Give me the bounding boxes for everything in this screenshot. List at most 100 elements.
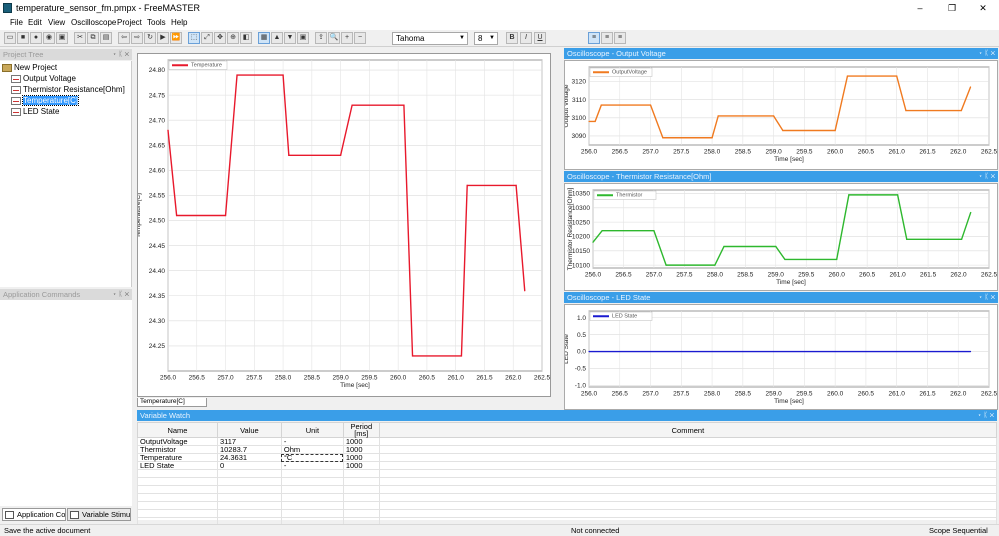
temperature-scope[interactable]: 24.80 24.75 24.70 24.65 24.60 24.55 24.50 24.45… (135, 53, 551, 397)
back-icon[interactable]: ⇦ (118, 32, 130, 44)
zoom-in-icon[interactable]: + (341, 32, 353, 44)
temperature-chart[interactable]: 24.80 24.75 24.70 24.65 24.60 24.55 24.50 24.45… (135, 54, 551, 396)
tree-root[interactable]: New Project (2, 63, 57, 72)
minimize-button[interactable]: – (905, 2, 935, 14)
toolbar: ▭ ■ ● ◉ ▣ ✂ ⧉ ▤ ⇦ ⇨ ↻ ▶ ⏩ ⬚ ⤢ ✥ ⊕ ◧ ▦ ▲ ▼ ▣ ⇪ 🔍 + − ≡ ≡ ≡ Tahoma ▼ 8 ▼… (0, 30, 999, 47)
table-row[interactable]: LED State 0-1000 (137, 461, 998, 470)
pan-icon[interactable]: ✥ (214, 32, 226, 44)
y-axis-label: Output Voltage (565, 84, 570, 127)
col-unit[interactable]: Unit (280, 422, 344, 438)
grid-icon[interactable]: ▦ (258, 32, 270, 44)
table-cell (137, 477, 218, 486)
tree-item-thermistor[interactable]: Thermistor Resistance[Ohm] (11, 85, 125, 94)
y-tick-label: 24.80 (149, 67, 166, 74)
menu-edit[interactable]: Edit (28, 18, 42, 27)
panel-buttons[interactable]: ▾ ᛕ ✕ (979, 48, 996, 59)
table-cell (378, 493, 998, 502)
tab-application-commands[interactable]: Application Co... (2, 508, 66, 521)
led-scope[interactable]: 1.0 0.5 0.0 -0.5 -1.0 256.0 256.5 257.0 257.5 258… (563, 304, 998, 410)
x-tick-label: 257.0 (642, 149, 659, 156)
table-row[interactable]: OutputVoltage 3117-1000 (137, 437, 998, 446)
col-name[interactable]: Name (137, 422, 218, 438)
forward-icon[interactable]: ⇨ (131, 32, 143, 44)
connection-status: Not connected (571, 526, 620, 535)
col-value[interactable]: Value (216, 422, 282, 438)
save-icon[interactable]: ■ (17, 32, 29, 44)
copy-icon[interactable]: ⧉ (87, 32, 99, 44)
font-combo[interactable]: Tahoma ▼ (392, 32, 468, 45)
output-voltage-scope[interactable]: 3120 3110 3100 3090 256.0 256.5 257.0 257.5 258.… (563, 60, 998, 170)
x-axis-label: Time [sec] (776, 279, 806, 286)
table-row[interactable]: Temperature 24.3631 °C 1000 (137, 453, 998, 462)
thermistor-chart[interactable]: 10350 10300 10250 10200 10150 10100 256.0 256.5… (565, 184, 998, 290)
osc-therm-header: Oscilloscope - Thermistor Resistance[Ohm… (564, 171, 998, 182)
menu-project[interactable]: Project (117, 18, 142, 27)
tree-item-output-voltage[interactable]: Output Voltage (11, 74, 76, 83)
table-cell (342, 477, 380, 486)
bold-button[interactable]: B (506, 32, 518, 44)
y-tick-label: 24.70 (149, 117, 166, 124)
tree-item-led-state[interactable]: LED State (11, 107, 59, 116)
go-icon[interactable]: ● (30, 32, 42, 44)
stop-icon[interactable]: ◉ (43, 32, 55, 44)
open-icon[interactable]: ▭ (4, 32, 16, 44)
align-right-icon[interactable]: ≡ (614, 32, 626, 44)
table-cell (137, 469, 218, 478)
legend-label: OutputVoltage (612, 70, 647, 76)
tab-temperature[interactable]: Temperature[C] (137, 398, 207, 407)
x-tick-label: 256.5 (612, 149, 629, 156)
magnify-icon[interactable]: 🔍 (328, 32, 340, 44)
col-period[interactable]: Period [ms] (342, 422, 380, 438)
y-tick-label: 24.55 (149, 193, 166, 200)
panel-buttons[interactable]: ▾ ᛕ ✕ (113, 49, 130, 60)
camera-icon[interactable]: ◧ (240, 32, 252, 44)
align-left-icon[interactable]: ≡ (588, 32, 600, 44)
refresh-icon[interactable]: ↻ (144, 32, 156, 44)
panel-buttons[interactable]: ▾ ᛕ ✕ (979, 171, 996, 182)
data-point (653, 230, 655, 232)
underline-button[interactable]: U (534, 32, 546, 44)
maximize-button[interactable]: ❐ (937, 2, 967, 14)
zoom-icon[interactable]: ⊕ (227, 32, 239, 44)
led-chart[interactable]: 1.0 0.5 0.0 -0.5 -1.0 256.0 256.5 257.0 257.5 258… (563, 305, 998, 409)
table-cell (378, 461, 998, 470)
italic-button[interactable]: I (520, 32, 532, 44)
table-row[interactable]: Thermistor 10283.7 Ohm 1000 (137, 445, 998, 454)
align-center-icon[interactable]: ≡ (601, 32, 613, 44)
close-button[interactable]: ✕ (968, 2, 998, 14)
toggle-icon[interactable]: ▣ (56, 32, 68, 44)
arrow-up-icon[interactable]: ▲ (271, 32, 283, 44)
data-point (351, 104, 353, 106)
properties-icon[interactable]: ▣ (297, 32, 309, 44)
menu-file[interactable]: File (10, 18, 23, 27)
export-icon[interactable]: ⇪ (315, 32, 327, 44)
cut-icon[interactable]: ✂ (74, 32, 86, 44)
thermistor-scope[interactable]: 10350 10300 10250 10200 10150 10100 256.0 256.5… (564, 183, 998, 291)
col-comment[interactable]: Comment (378, 422, 998, 438)
title-bar: temperature_sensor_fm.pmpx - FreeMASTER … (0, 0, 999, 16)
panel-buttons[interactable]: ▾ ᛕ ✕ (978, 410, 995, 421)
data-point (662, 137, 664, 139)
menu-view[interactable]: View (48, 18, 65, 27)
menu-help[interactable]: Help (171, 18, 187, 27)
x-tick-label: 262.0 (950, 149, 967, 156)
output-voltage-chart[interactable]: 3120 3110 3100 3090 256.0 256.5 257.0 257.5 258.… (563, 61, 998, 169)
tab-variable-stimulus[interactable]: Variable Stimu... (67, 508, 131, 521)
x-tick-label: 260.0 (829, 272, 846, 279)
panel-buttons[interactable]: ▾ ᛕ ✕ (113, 289, 130, 300)
arrow-down-icon[interactable]: ▼ (284, 32, 296, 44)
zoom-fit-icon[interactable]: ⤢ (201, 32, 213, 44)
table-cell: LED State (137, 461, 218, 470)
zoom-out-icon[interactable]: − (354, 32, 366, 44)
table-cell (378, 485, 998, 494)
menu-tools[interactable]: Tools (147, 18, 166, 27)
paste-icon[interactable]: ▤ (100, 32, 112, 44)
select-icon[interactable]: ⬚ (188, 32, 200, 44)
size-combo[interactable]: 8 ▼ (474, 32, 498, 45)
menu-oscilloscope[interactable]: Oscilloscope (71, 18, 116, 27)
tree-item-temperature[interactable]: Temperature[C] (11, 95, 80, 106)
panel-buttons[interactable]: ▾ ᛕ ✕ (979, 292, 996, 303)
app-commands-panel (0, 300, 132, 506)
rec-icon[interactable]: ▶ (157, 32, 169, 44)
fast-forward-icon[interactable]: ⏩ (170, 32, 182, 44)
